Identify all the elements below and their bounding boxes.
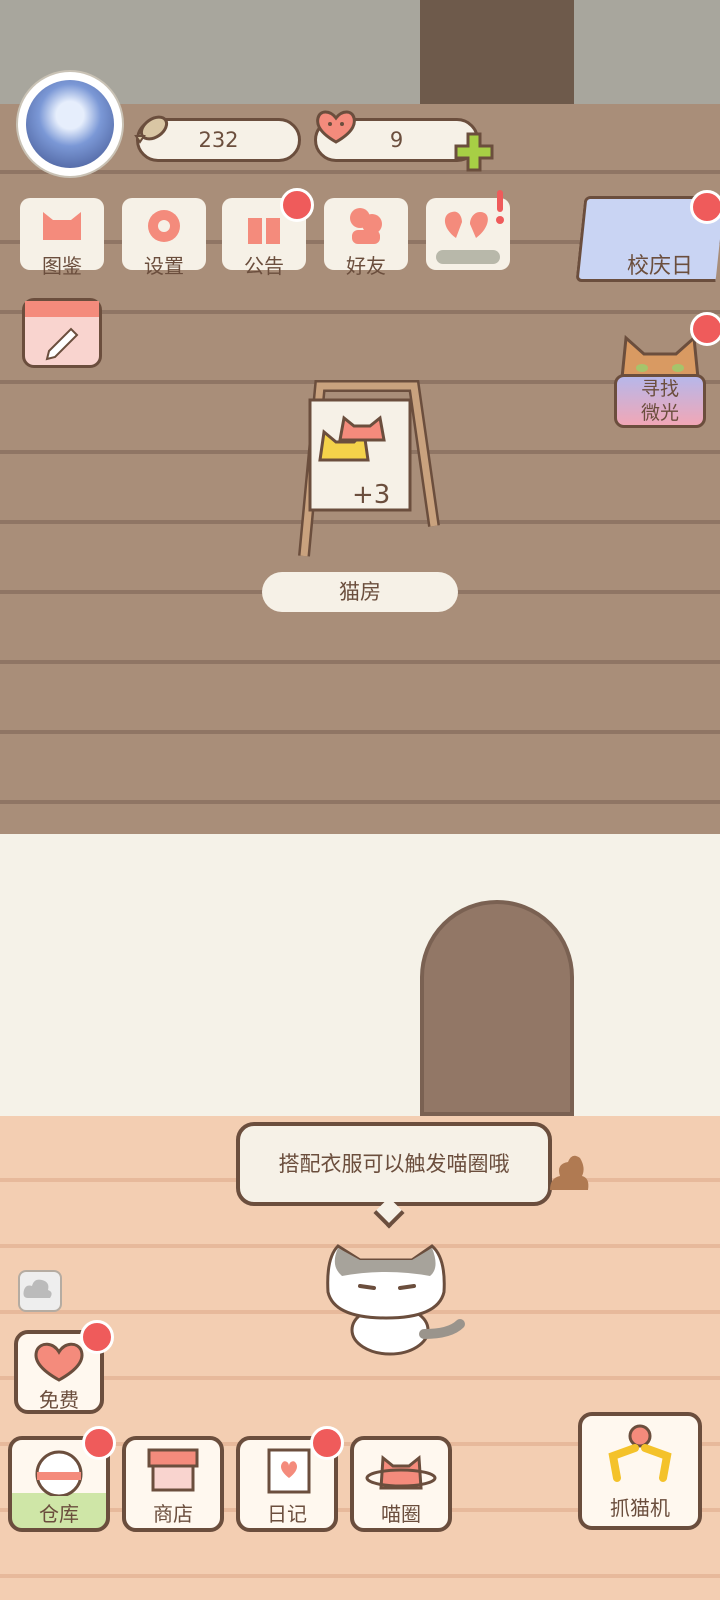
notification-dot: [690, 190, 720, 224]
cloud-save-button[interactable]: [18, 1270, 62, 1312]
notification-dot: [690, 312, 720, 346]
avatar-image: [26, 80, 114, 168]
announcement-button[interactable]: 公告: [222, 188, 314, 278]
doorway: [420, 900, 574, 1116]
cat-head-icon: [43, 212, 81, 240]
pencil-icon: [25, 301, 99, 361]
claw-machine-label: 抓猫机: [610, 1496, 670, 1520]
diary-book-icon: [267, 1448, 311, 1494]
poop-icon[interactable]: [546, 1148, 592, 1194]
gift-icon: [248, 218, 280, 244]
collection-label: 图鉴: [42, 254, 82, 278]
claw-machine-button[interactable]: 抓猫机: [578, 1412, 702, 1530]
cat-house-bonus: +3: [352, 480, 391, 510]
notification-dot: [310, 1426, 344, 1460]
free-label: 免费: [39, 1388, 79, 1412]
heart-icon: [316, 110, 356, 144]
festival-label: 校庆日: [626, 254, 693, 279]
announcement-label: 公告: [244, 254, 284, 278]
add-hearts-button[interactable]: [452, 130, 496, 174]
likes-progress-bar: [436, 250, 500, 264]
alert-icon: [496, 190, 504, 224]
friends-label: 好友: [346, 254, 386, 278]
cat-house-easel[interactable]: [284, 376, 446, 558]
heart-count: 9: [389, 128, 404, 152]
warehouse-label: 仓库: [39, 1502, 79, 1526]
seek-light-label[interactable]: 寻找 微光: [614, 374, 706, 428]
gear-icon: [148, 210, 180, 242]
notification-dot: [82, 1426, 116, 1460]
cat-planet-icon: [365, 1455, 437, 1490]
shop-label: 商店: [153, 1502, 193, 1526]
fish-icon: [134, 115, 169, 144]
meow-circle-label: 喵圈: [381, 1502, 421, 1526]
player-avatar[interactable]: [18, 72, 122, 176]
settings-button[interactable]: 设置: [122, 198, 206, 278]
meow-circle-button[interactable]: 喵圈: [350, 1436, 452, 1532]
free-gift-button[interactable]: 免费: [14, 1320, 114, 1414]
heart-face-icon: [34, 1342, 84, 1382]
collection-button[interactable]: 图鉴: [20, 198, 104, 278]
friends-icon: [350, 208, 382, 244]
notification-dot: [280, 188, 314, 222]
storage-pot-icon: [35, 1450, 83, 1498]
likes-button[interactable]: [426, 190, 510, 270]
claw-icon: [608, 1424, 672, 1482]
hearts-icon: [444, 211, 488, 238]
friends-button[interactable]: 好友: [324, 198, 408, 278]
lower-room-wall: [0, 834, 720, 1116]
cloud-icon: [23, 1279, 52, 1298]
diary-label: 日记: [267, 1502, 307, 1526]
warehouse-button[interactable]: 仓库: [8, 1426, 116, 1532]
sign-in-calendar-button[interactable]: [22, 298, 102, 368]
notification-dot: [80, 1320, 114, 1354]
fish-count: 232: [198, 128, 239, 152]
diary-button[interactable]: 日记: [236, 1426, 344, 1532]
wall-pillar: [420, 0, 574, 104]
speech-bubble: 搭配衣服可以触发喵圈哦: [236, 1122, 552, 1206]
player-cat[interactable]: [320, 1238, 476, 1360]
shop-stall-icon: [147, 1448, 199, 1492]
settings-label: 设置: [144, 254, 184, 278]
shop-button[interactable]: 商店: [122, 1436, 224, 1532]
cat-house-label[interactable]: 猫房: [262, 572, 458, 612]
